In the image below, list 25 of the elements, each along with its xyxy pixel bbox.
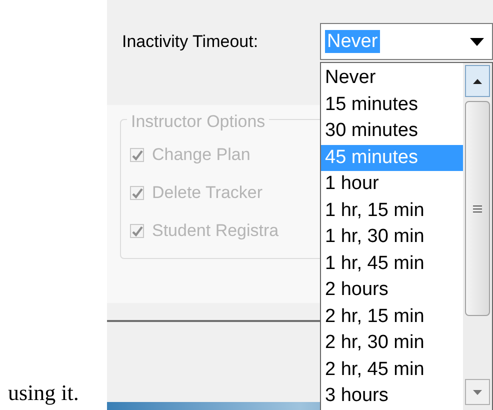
- dropdown-option[interactable]: 15 minutes: [321, 92, 463, 118]
- down-arrow-icon: [473, 390, 482, 394]
- scroll-thumb[interactable]: [465, 101, 490, 316]
- scroll-down-button[interactable]: [465, 379, 490, 405]
- dropdown-option[interactable]: 2 hr, 30 min: [321, 330, 463, 356]
- dropdown-option[interactable]: 2 hr, 45 min: [321, 356, 463, 383]
- checkbox-label: Delete Tracker: [152, 182, 263, 204]
- checkbox-label: Change Plan: [152, 144, 250, 166]
- dropdown-option[interactable]: 30 minutes: [321, 118, 463, 144]
- grip-icon: [473, 204, 482, 212]
- caret-icon: [470, 38, 484, 46]
- checkbox-label: Student Registra: [152, 220, 279, 242]
- dropdown-option[interactable]: 3 hours: [321, 383, 463, 410]
- dropdown-option[interactable]: 2 hours: [321, 277, 463, 304]
- scrollbar[interactable]: [463, 63, 492, 410]
- timeout-label: Inactivity Timeout:: [121, 30, 260, 53]
- dropdown-option[interactable]: 1 hour: [321, 171, 463, 198]
- up-arrow-icon: [473, 78, 482, 84]
- dropdown-option[interactable]: 1 hr, 30 min: [321, 224, 463, 250]
- dropdown-option[interactable]: Never: [321, 65, 463, 92]
- dropdown-option[interactable]: 1 hr, 45 min: [321, 250, 463, 277]
- scroll-up-button[interactable]: [465, 65, 490, 97]
- dropdown-option[interactable]: 1 hr, 15 min: [321, 198, 463, 224]
- dropdown-option[interactable]: 2 hr, 15 min: [321, 304, 463, 330]
- body-text: using it.: [7, 382, 80, 407]
